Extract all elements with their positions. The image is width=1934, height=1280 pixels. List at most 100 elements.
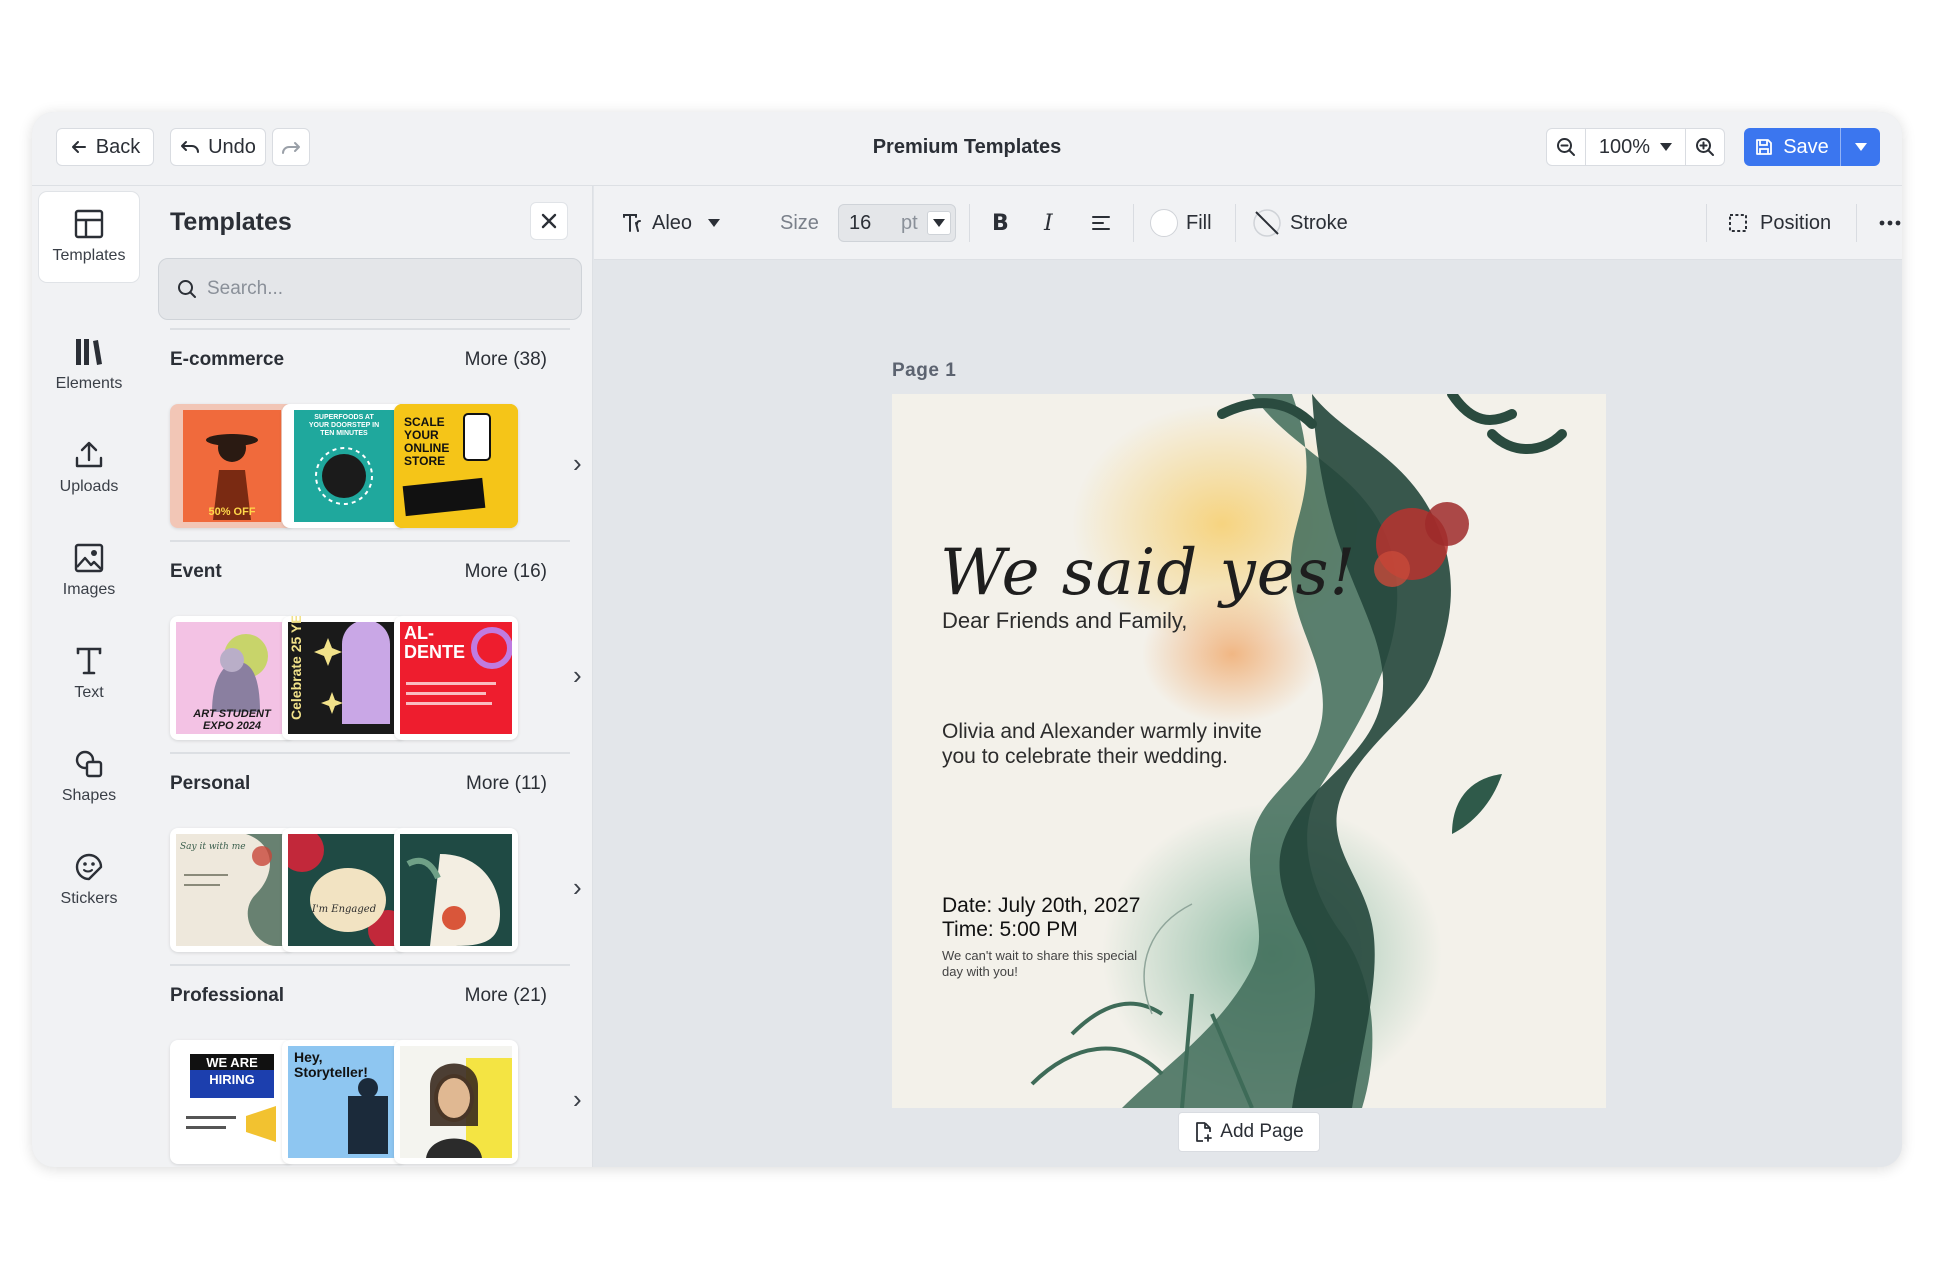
caret-down-icon — [708, 219, 721, 227]
rail-label: Shapes — [61, 787, 117, 804]
zoom-value: 100% — [1598, 135, 1651, 158]
greeting-text[interactable]: Dear Friends and Family, — [942, 608, 1187, 634]
close-icon — [541, 213, 557, 229]
add-page-button[interactable]: Add Page — [1178, 1112, 1320, 1152]
template-thumbnail[interactable]: I'm Engaged — [282, 828, 406, 952]
divider — [1235, 204, 1236, 242]
chevron-right-icon[interactable]: › — [573, 872, 582, 903]
add-page-label: Add Page — [1220, 1121, 1304, 1142]
more-horizontal-icon — [1879, 220, 1901, 226]
divider — [969, 204, 970, 242]
caret-down-icon — [1854, 143, 1867, 151]
rail-item-elements[interactable]: Elements — [39, 320, 139, 410]
fill-label: Fill — [1186, 211, 1212, 234]
template-thumbnail[interactable]: WE ARE HIRING — [170, 1040, 294, 1164]
fill-button[interactable]: Fill — [1150, 186, 1212, 260]
template-thumbnail[interactable]: Celebrate 25 YEARS — [282, 616, 406, 740]
professional-portrait-preview — [400, 1046, 512, 1158]
thumbnail-caption: SCALE YOUR ONLINE STORE — [404, 415, 450, 468]
rail-item-uploads[interactable]: Uploads — [39, 423, 139, 513]
template-thumbnail[interactable] — [394, 828, 518, 952]
rail-item-templates[interactable]: Templates — [39, 192, 139, 282]
note-text-line1[interactable]: We can't wait to share this special — [942, 948, 1137, 963]
divider — [1133, 204, 1134, 242]
search-input[interactable] — [207, 278, 547, 300]
font-size-value: 16 — [849, 211, 872, 234]
personal-engaged-preview — [288, 834, 400, 946]
templates-panel: Templates E-commerce More (38) 50% OFF S… — [146, 186, 593, 1167]
invitation-heading[interactable]: We said yes! — [940, 536, 1356, 610]
chevron-right-icon[interactable]: › — [573, 660, 582, 691]
font-icon — [623, 214, 641, 232]
zoom-in-button[interactable] — [1686, 129, 1724, 165]
zoom-out-button[interactable] — [1547, 129, 1585, 165]
template-thumbnail[interactable]: Hey, Storyteller! — [282, 1040, 406, 1164]
chevron-right-icon[interactable]: › — [573, 448, 582, 479]
panel-title: Templates — [170, 208, 292, 236]
date-text[interactable]: Date: July 20th, 2027 — [942, 894, 1140, 918]
sticker-icon — [75, 853, 103, 881]
thumbnail-caption: I'm Engaged — [311, 904, 377, 915]
caret-down-icon — [1660, 143, 1673, 151]
template-thumbnail[interactable]: Say it with me — [170, 828, 294, 952]
rail-item-shapes[interactable]: Shapes — [39, 732, 139, 822]
italic-button[interactable]: I — [1044, 186, 1053, 260]
bold-button[interactable]: B — [992, 186, 1009, 260]
zoom-select[interactable]: 100% — [1586, 129, 1685, 165]
divider — [170, 328, 570, 330]
category-title: Event — [170, 561, 222, 582]
no-stroke-icon — [1253, 209, 1281, 237]
time-text[interactable]: Time: 5:00 PM — [942, 918, 1078, 942]
rail-item-text[interactable]: Text — [39, 629, 139, 719]
stroke-button[interactable]: Stroke — [1252, 186, 1348, 260]
design-page[interactable]: We said yes! Dear Friends and Family, Ol… — [892, 394, 1606, 1108]
upload-icon — [75, 441, 103, 468]
stroke-label: Stroke — [1290, 211, 1348, 234]
template-thumbnail[interactable]: SCALE YOUR ONLINE STORE — [394, 404, 518, 528]
zoom-out-icon — [1556, 138, 1575, 156]
text-align-button[interactable] — [1091, 186, 1111, 260]
position-button[interactable]: Position — [1728, 186, 1831, 260]
save-split-button: Save — [1744, 128, 1880, 166]
chevron-right-icon[interactable]: › — [573, 1084, 582, 1115]
thumbnail-caption: WE ARE HIRING — [206, 1055, 258, 1087]
close-panel-button[interactable] — [530, 202, 568, 240]
thumbnail-caption: AL- DENTE — [404, 623, 466, 662]
template-thumbnail[interactable] — [394, 1040, 518, 1164]
save-button[interactable]: Save — [1744, 128, 1840, 166]
template-thumbnail[interactable]: ART STUDENT EXPO 2024 — [170, 616, 294, 740]
top-bar: Back Undo Premium Templates 100% Save — [32, 112, 1902, 186]
rail-item-images[interactable]: Images — [39, 526, 139, 616]
font-name: Aleo — [652, 211, 693, 234]
thumbnail-caption: SUPERFOODS AT YOUR DOORSTEP IN TEN MINUT… — [308, 414, 380, 437]
thumbnail-caption: Say it with me — [180, 842, 246, 852]
invite-text-line2[interactable]: you to celebrate their wedding. — [942, 745, 1228, 769]
canvas-area: Page 1 We said yes! Dear Friends and Fam… — [594, 260, 1902, 1167]
personal-floral-preview — [400, 834, 512, 946]
thumbnail-caption: ART STUDENT EXPO 2024 — [193, 708, 271, 732]
font-family-select[interactable]: Aleo — [622, 186, 721, 260]
category-more-link[interactable]: More (16) — [465, 561, 547, 583]
font-size-input[interactable]: 16 pt — [838, 204, 956, 242]
side-rail: Templates Elements Uploads Images Text S… — [32, 186, 146, 1167]
zoom-control: 100% — [1546, 128, 1725, 166]
italic-icon: I — [1044, 210, 1053, 236]
note-text-line2[interactable]: day with you! — [942, 964, 1018, 979]
bold-icon: B — [992, 210, 1009, 236]
template-thumbnail[interactable]: AL- DENTE — [394, 616, 518, 740]
category-more-link[interactable]: More (21) — [465, 985, 547, 1007]
rail-item-stickers[interactable]: Stickers — [39, 835, 139, 925]
template-thumbnail[interactable]: SUPERFOODS AT YOUR DOORSTEP IN TEN MINUT… — [282, 404, 406, 528]
template-thumbnail[interactable]: 50% OFF — [170, 404, 294, 528]
category-more-link[interactable]: More (38) — [465, 349, 547, 371]
rail-label: Templates — [52, 247, 126, 264]
category-more-link[interactable]: More (11) — [466, 773, 547, 795]
save-options-button[interactable] — [1840, 128, 1880, 166]
format-toolbar: Aleo Size 16 pt B I Fill Stroke Position — [594, 186, 1902, 260]
thumbnail-caption: 50% OFF — [208, 506, 256, 518]
invite-text-line1[interactable]: Olivia and Alexander warmly invite — [942, 720, 1262, 744]
divider — [1706, 204, 1707, 242]
divider — [170, 540, 570, 542]
more-options-button[interactable] — [1879, 186, 1901, 260]
font-size-dropdown[interactable] — [927, 211, 951, 235]
